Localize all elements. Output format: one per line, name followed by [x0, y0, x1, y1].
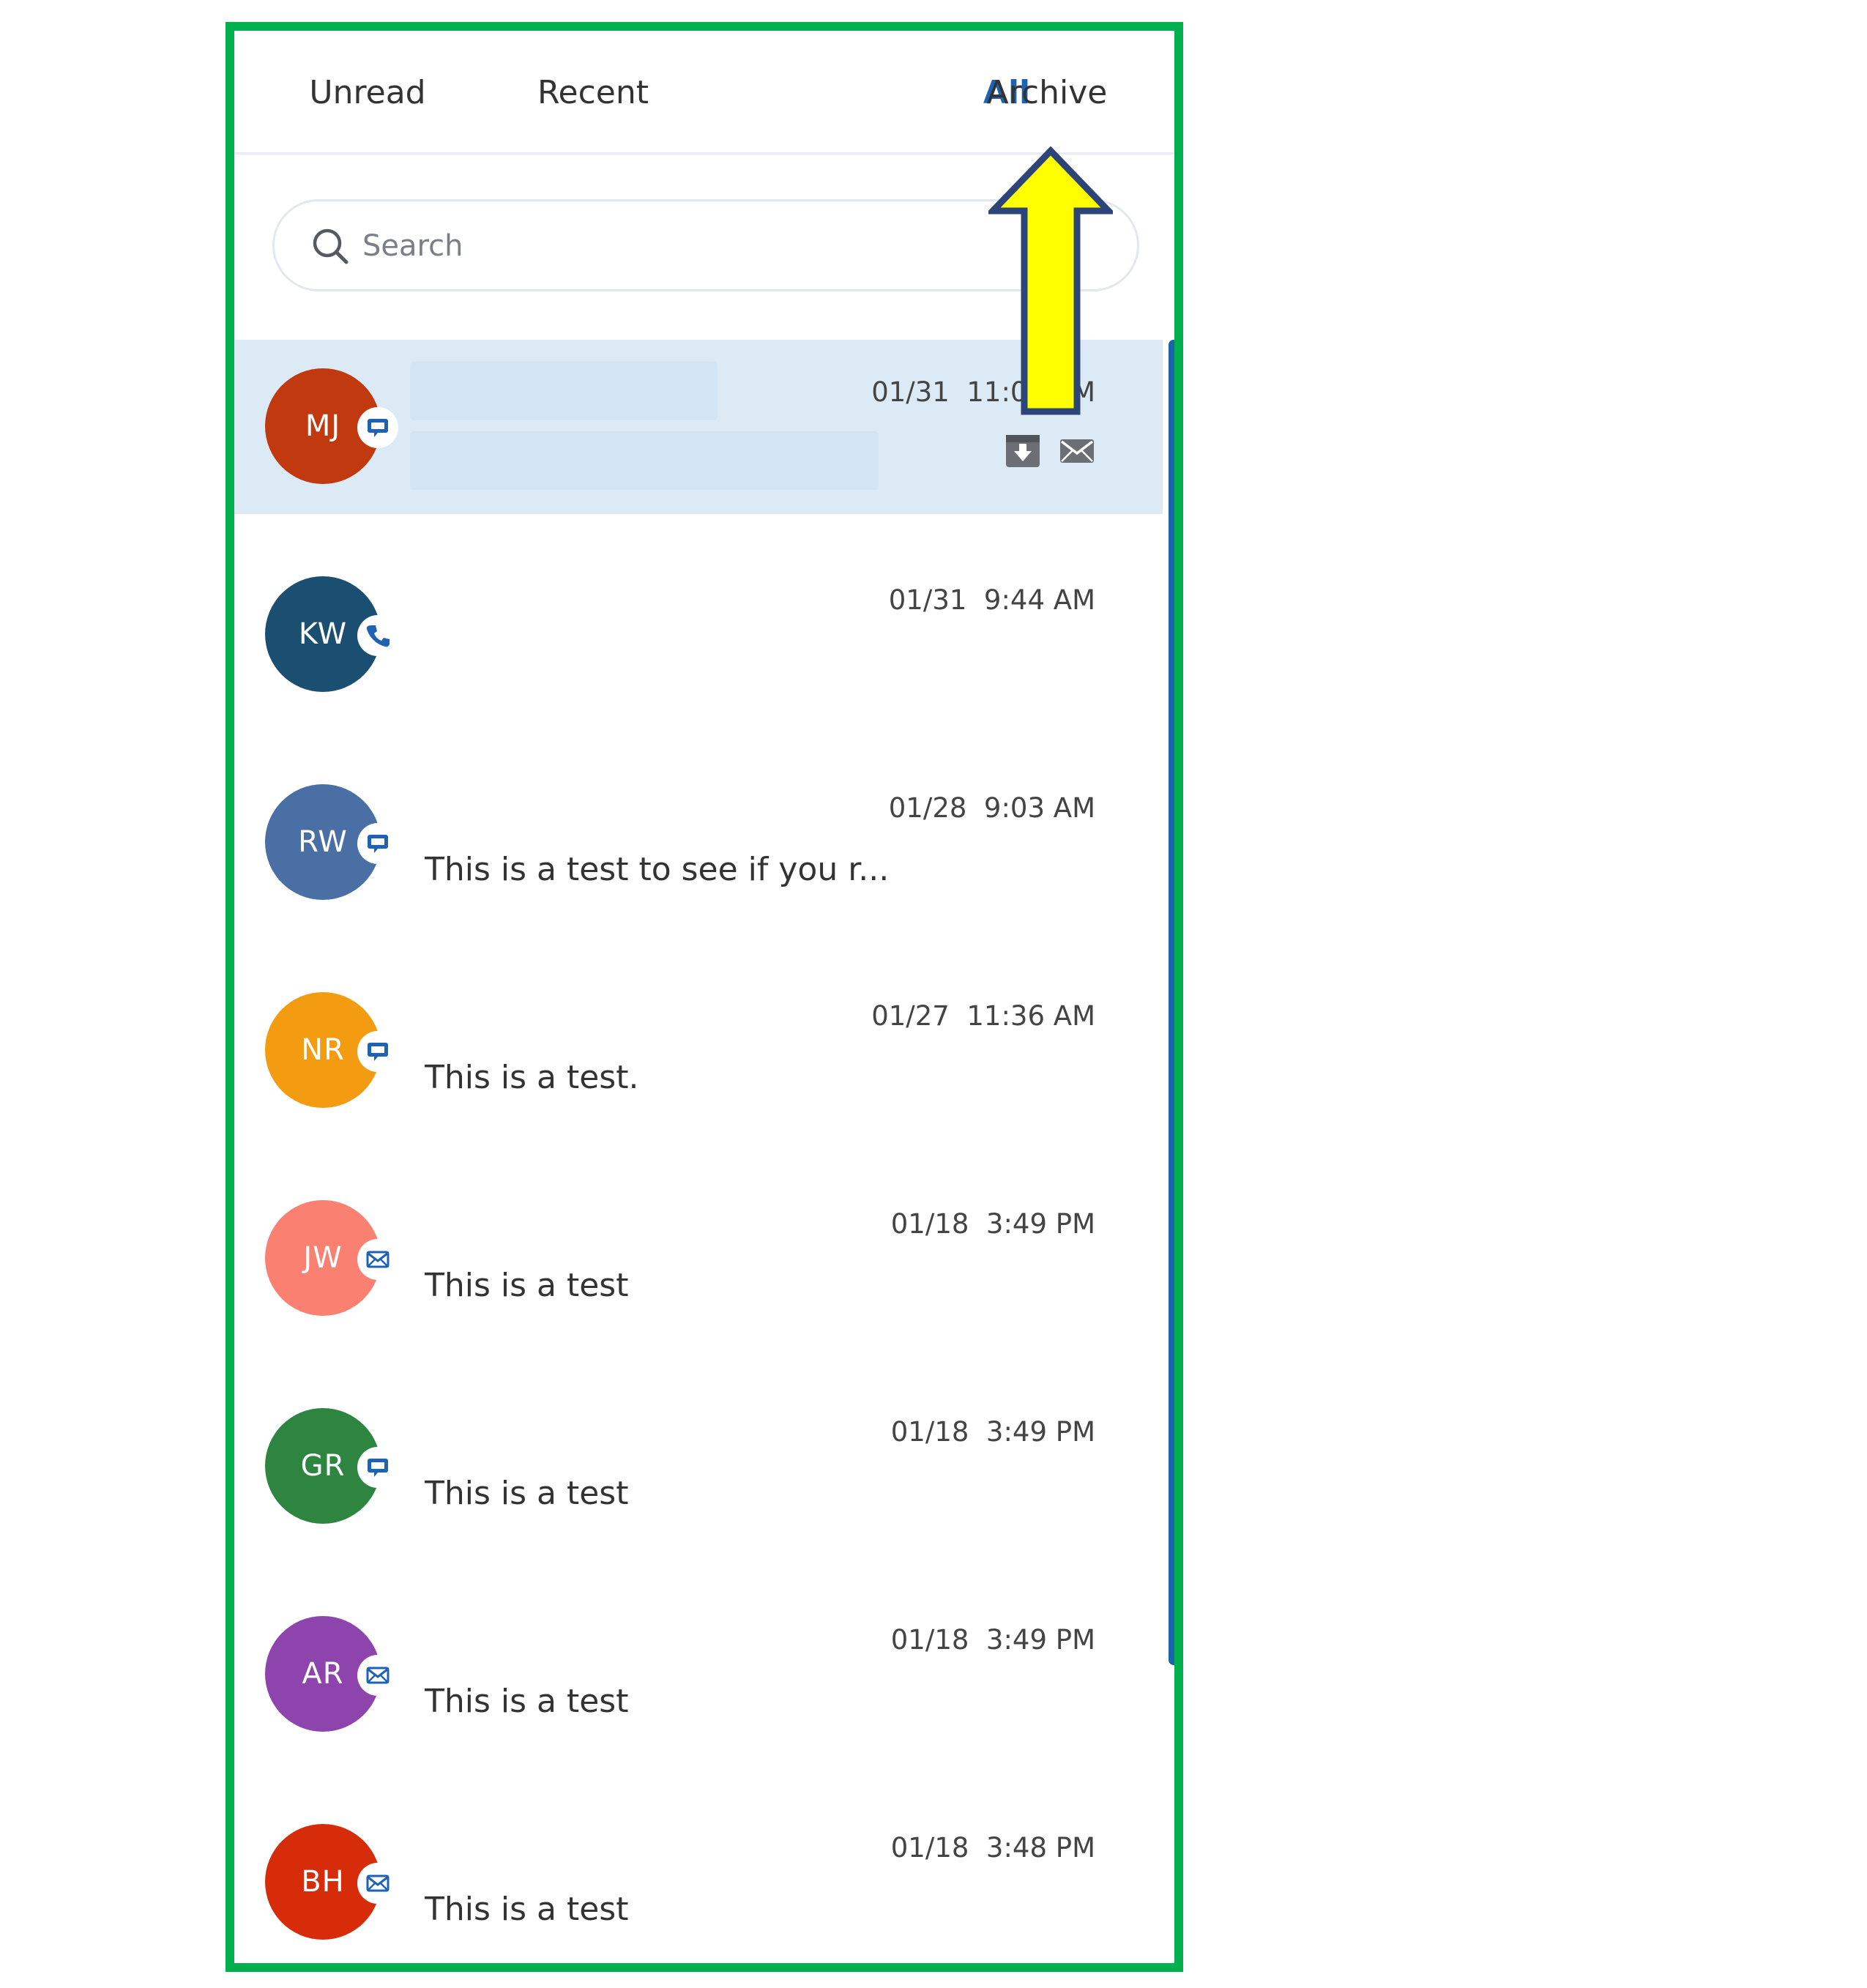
conversation-row[interactable]: AR 01/18 3:49 PM This is a test: [234, 1587, 1163, 1762]
conversation-row[interactable]: JW 01/18 3:49 PM This is a test: [234, 1172, 1163, 1346]
message-preview: This is a test: [425, 1683, 629, 1720]
conversation-row[interactable]: RW 01/28 9:03 AM This is a test to see if …: [234, 756, 1163, 930]
conversation-list: MJ 01/31 11:09 AM KW 01/31 9:44 AM RW 01/28 9…: [234, 340, 1163, 1963]
tab-unread[interactable]: Unread: [280, 67, 455, 119]
chat-icon: [368, 419, 388, 437]
message-preview: This is a test.: [425, 1059, 639, 1096]
conversation-row[interactable]: BH 01/18 3:48 PM This is a test: [234, 1795, 1163, 1963]
message-preview: This is a test to see if you r...: [425, 851, 890, 888]
chat-icon: [368, 1043, 388, 1061]
channel-badge: [357, 407, 398, 448]
channel-badge: [357, 1031, 398, 1072]
conversation-time: 01/27 11:36 AM: [871, 1000, 1095, 1032]
mail-icon[interactable]: [1059, 433, 1095, 469]
conversation-row[interactable]: GR 01/18 3:49 PM This is a test: [234, 1380, 1163, 1554]
conversation-row[interactable]: KW 01/31 9:44 AM: [234, 548, 1163, 722]
conversation-row[interactable]: NR 01/27 11:36 AM This is a test.: [234, 964, 1163, 1138]
row-actions: [987, 433, 1095, 469]
scrollbar-thumb[interactable]: [1169, 340, 1174, 1665]
redacted-name: [410, 362, 718, 420]
channel-badge: [357, 1239, 398, 1280]
channel-badge: [357, 615, 398, 656]
conversation-time: 01/31 9:44 AM: [888, 584, 1095, 616]
message-preview: This is a test: [425, 1475, 629, 1512]
channel-badge: [357, 1655, 398, 1696]
conversation-panel: Unread Recent All Archive MJ01/31 11:09 …: [226, 22, 1183, 1972]
phone-icon: [366, 625, 390, 647]
email-icon: [366, 1667, 390, 1684]
chat-icon: [368, 835, 388, 853]
conversation-time: 01/28 9:03 AM: [888, 792, 1095, 824]
annotation-arrow: [988, 146, 1113, 415]
tab-bar: Unread Recent All Archive: [234, 31, 1174, 155]
redacted-preview: [410, 431, 879, 490]
conversation-time: 01/18 3:48 PM: [890, 1832, 1095, 1864]
channel-badge: [357, 1863, 398, 1904]
channel-badge: [357, 1447, 398, 1488]
tab-recent[interactable]: Recent: [505, 67, 681, 119]
conversation-time: 01/18 3:49 PM: [890, 1208, 1095, 1240]
message-preview: This is a test: [425, 1891, 629, 1928]
email-icon: [366, 1875, 390, 1892]
channel-badge: [357, 823, 398, 864]
search-icon: [313, 228, 349, 264]
archive-icon[interactable]: [1005, 433, 1041, 469]
chat-icon: [368, 1459, 388, 1477]
message-preview: This is a test: [425, 1267, 629, 1304]
email-icon: [366, 1251, 390, 1268]
tab-archive[interactable]: Archive: [959, 67, 1135, 119]
conversation-time: 01/18 3:49 PM: [890, 1624, 1095, 1656]
conversation-time: 01/18 3:49 PM: [890, 1416, 1095, 1448]
